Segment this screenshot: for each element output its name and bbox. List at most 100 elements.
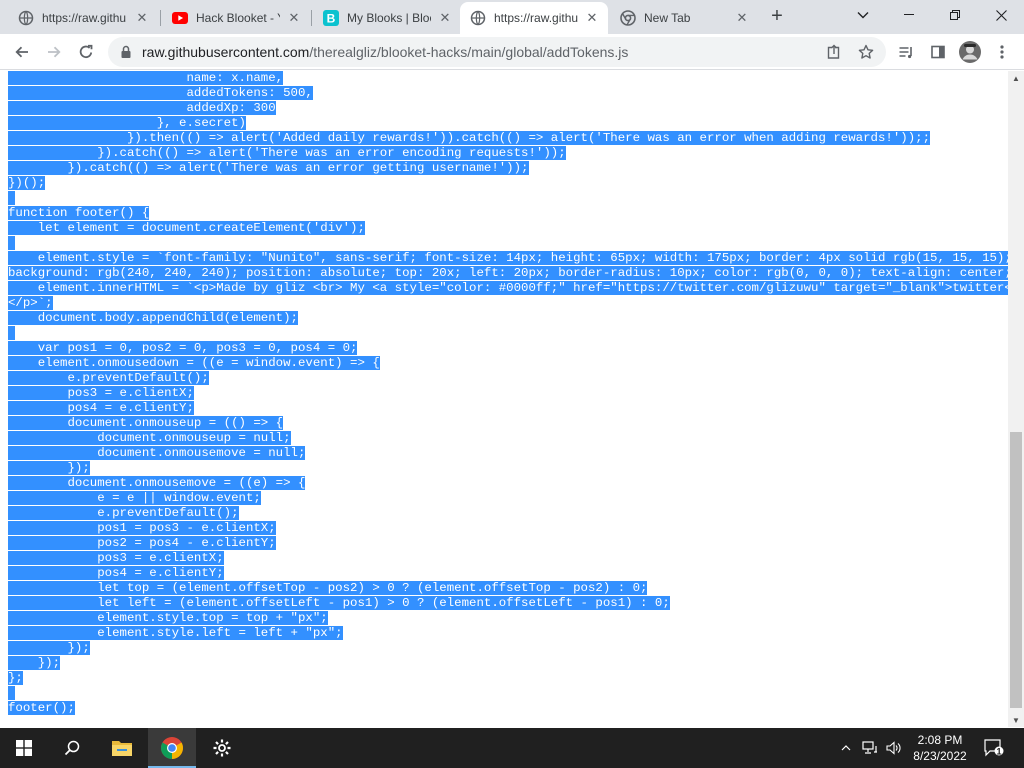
code-line: addedTokens: 500,: [8, 86, 1008, 101]
tab-separator: [160, 10, 161, 26]
code-line: });: [8, 641, 1008, 656]
close-tab-icon[interactable]: ✕: [584, 10, 600, 26]
github-icon: [470, 10, 486, 26]
code-line: element.onmousedown = ((e = window.event…: [8, 356, 1008, 371]
code-line: name: x.name,: [8, 71, 1008, 86]
search-icon[interactable]: [48, 728, 96, 768]
code-line-text: footer();: [8, 701, 75, 715]
back-arrow-icon[interactable]: [8, 38, 36, 66]
code-line-text: pos3 = e.clientX;: [8, 551, 224, 565]
scrollbar-thumb[interactable]: [1010, 432, 1022, 708]
windows-taskbar: 2:08 PM 8/23/2022 1: [0, 728, 1024, 768]
settings-icon[interactable]: [198, 728, 246, 768]
code-line-text: pos2 = pos4 - e.clientY;: [8, 536, 276, 550]
tab-raw-github-1[interactable]: https://raw.githu ✕: [8, 2, 158, 34]
code-line: pos2 = pos4 - e.clientY;: [8, 536, 1008, 551]
notification-icon[interactable]: 1: [982, 728, 1006, 768]
url-host: raw.githubusercontent.com: [142, 44, 310, 60]
code-line-text: element.style.left = left + "px";: [8, 626, 343, 640]
code-line-text: [8, 236, 16, 250]
code-line-text: pos3 = e.clientX;: [8, 386, 194, 400]
tab-strip: https://raw.githu ✕ Hack Blooket - Yo ✕ …: [0, 0, 1024, 34]
close-tab-icon[interactable]: ✕: [734, 10, 750, 26]
scroll-up-arrow-icon[interactable]: ▲: [1008, 71, 1024, 85]
code-line-text: })();: [8, 176, 46, 190]
network-icon[interactable]: [860, 728, 880, 768]
code-line: footer();: [8, 701, 1008, 716]
share-icon[interactable]: [824, 42, 844, 62]
code-line: pos3 = e.clientX;: [8, 551, 1008, 566]
tab-separator: [311, 10, 312, 26]
code-line: function footer() {: [8, 206, 1008, 221]
system-clock[interactable]: 2:08 PM 8/23/2022: [900, 732, 980, 764]
tab-my-blooks[interactable]: B My Blooks | Bloo ✕: [313, 2, 461, 34]
lock-icon[interactable]: [118, 44, 134, 60]
code-line: let left = (element.offsetLeft - pos1) >…: [8, 596, 1008, 611]
code-line: background: rgb(240, 240, 240); position…: [8, 266, 1008, 281]
restore-icon[interactable]: [932, 0, 978, 30]
code-line: });: [8, 461, 1008, 476]
show-hidden-icons-chevron-icon[interactable]: [836, 728, 856, 768]
code-listing: name: x.name, addedTokens: 500, addedXp:…: [8, 71, 1008, 716]
start-icon[interactable]: [0, 728, 48, 768]
code-line-text: }).then(() => alert('Added daily rewards…: [8, 131, 931, 145]
profile-avatar[interactable]: [956, 38, 984, 66]
code-line: e = e || window.event;: [8, 491, 1008, 506]
code-line-text: }, e.secret): [8, 116, 246, 130]
code-line: [8, 326, 1008, 341]
close-tab-icon[interactable]: ✕: [286, 10, 302, 26]
code-line: });: [8, 656, 1008, 671]
code-line-text: element.onmousedown = ((e = window.event…: [8, 356, 380, 370]
minimize-icon[interactable]: [886, 0, 932, 30]
bookmark-star-icon[interactable]: [856, 42, 876, 62]
tab-new-tab[interactable]: New Tab ✕: [610, 2, 758, 34]
side-panel-icon[interactable]: [924, 38, 952, 66]
close-window-icon[interactable]: [978, 0, 1024, 30]
code-line: [8, 236, 1008, 251]
forward-arrow-icon[interactable]: [40, 38, 68, 66]
code-line: element.style.left = left + "px";: [8, 626, 1008, 641]
code-line: }, e.secret): [8, 116, 1008, 131]
youtube-icon: [172, 10, 188, 26]
code-line: var pos1 = 0, pos2 = 0, pos3 = 0, pos4 =…: [8, 341, 1008, 356]
address-bar[interactable]: raw.githubusercontent.com/therealgliz/bl…: [108, 37, 886, 67]
more-menu-icon[interactable]: [988, 38, 1016, 66]
close-tab-icon[interactable]: ✕: [134, 10, 150, 26]
svg-text:B: B: [327, 12, 336, 26]
code-line-text: element.innerHTML = `<p>Made by gliz <br…: [8, 281, 1008, 295]
tab-title: Hack Blooket - Yo: [196, 11, 280, 25]
new-tab-button[interactable]: +: [766, 6, 788, 28]
chrome-taskbar-icon[interactable]: [148, 728, 196, 768]
blooket-icon: B: [323, 10, 339, 26]
code-line-text: e.preventDefault();: [8, 371, 209, 385]
code-line: }).catch(() => alert('There was an error…: [8, 146, 1008, 161]
close-tab-icon[interactable]: ✕: [437, 10, 453, 26]
code-line-text: addedXp: 300: [8, 101, 276, 115]
tab-raw-github-active[interactable]: https://raw.githu ✕: [460, 2, 608, 34]
chrome-icon: [620, 10, 636, 26]
url-text[interactable]: raw.githubusercontent.com/therealgliz/bl…: [142, 44, 628, 60]
code-line-text: [8, 326, 16, 340]
code-line: pos1 = pos3 - e.clientX;: [8, 521, 1008, 536]
tab-title: https://raw.githu: [42, 11, 127, 25]
tab-hack-blooket[interactable]: Hack Blooket - Yo ✕: [162, 2, 310, 34]
code-line-text: document.onmousemove = null;: [8, 446, 306, 460]
reload-icon[interactable]: [72, 38, 100, 66]
tab-title: https://raw.githu: [494, 11, 578, 25]
code-line: document.onmousemove = null;: [8, 446, 1008, 461]
reading-list-icon[interactable]: [892, 38, 920, 66]
code-line-text: background: rgb(240, 240, 240); position…: [8, 266, 1008, 280]
code-line: e.preventDefault();: [8, 371, 1008, 386]
code-line-text: e.preventDefault();: [8, 506, 239, 520]
tab-title: My Blooks | Bloo: [347, 11, 431, 25]
code-line: addedXp: 300: [8, 101, 1008, 116]
code-line: </p>`;: [8, 296, 1008, 311]
tab-search-icon[interactable]: [840, 0, 886, 30]
file-explorer-icon[interactable]: [98, 728, 146, 768]
scroll-down-arrow-icon[interactable]: ▼: [1008, 713, 1024, 727]
code-line: };: [8, 671, 1008, 686]
vertical-scrollbar[interactable]: ▲ ▼: [1008, 71, 1024, 727]
code-line-text: };: [8, 671, 23, 685]
code-line: document.onmouseup = (() => {: [8, 416, 1008, 431]
code-line-text: });: [8, 461, 90, 475]
